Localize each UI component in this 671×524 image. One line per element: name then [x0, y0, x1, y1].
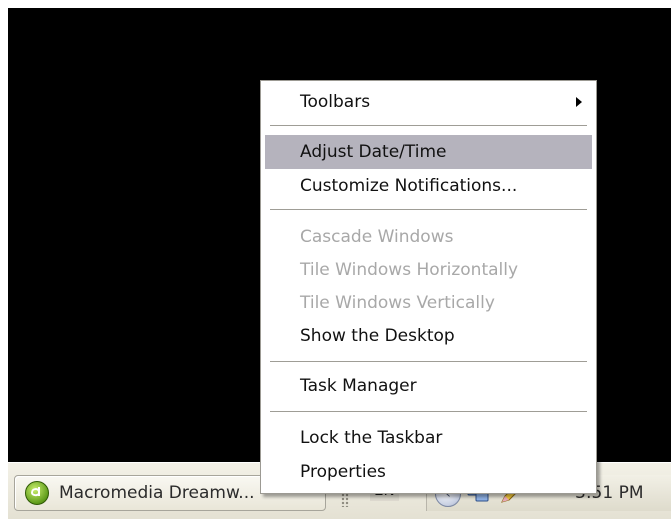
menu-item-lock-taskbar[interactable]: Lock the Taskbar — [265, 421, 592, 455]
submenu-arrow-icon — [576, 97, 582, 107]
menu-separator — [270, 361, 587, 362]
menu-item-label: Lock the Taskbar — [300, 428, 443, 448]
menu-item-customize-notifications[interactable]: Customize Notifications... — [265, 169, 592, 203]
menu-item-label: Customize Notifications... — [300, 176, 518, 196]
menu-item-label: Tile Windows Horizontally — [300, 260, 519, 280]
menu-item-tile-vertically: Tile Windows Vertically — [265, 286, 592, 320]
menu-item-properties[interactable]: Properties — [265, 455, 592, 489]
menu-item-label: Tile Windows Vertically — [300, 293, 495, 313]
menu-item-label: Show the Desktop — [300, 326, 455, 346]
dreamweaver-icon — [25, 481, 49, 505]
taskbar-context-menu: Toolbars Adjust Date/Time Customize Noti… — [260, 80, 597, 494]
menu-item-toolbars[interactable]: Toolbars — [265, 85, 592, 119]
menu-item-label: Task Manager — [300, 376, 417, 396]
menu-item-label: Adjust Date/Time — [300, 142, 447, 162]
taskbar-button-label: Macromedia Dreamw... — [59, 483, 255, 503]
menu-item-tile-horizontally: Tile Windows Horizontally — [265, 253, 592, 287]
menu-separator — [270, 209, 587, 210]
menu-item-cascade-windows: Cascade Windows — [265, 220, 592, 254]
menu-item-label: Toolbars — [300, 92, 371, 112]
menu-separator — [270, 125, 587, 126]
menu-item-label: Cascade Windows — [300, 227, 454, 247]
screen: Macromedia Dreamw... EN ‹ 3:51 PM Toolba… — [0, 0, 671, 524]
menu-item-show-desktop[interactable]: Show the Desktop — [265, 319, 592, 353]
menu-item-label: Properties — [300, 462, 386, 482]
menu-separator — [270, 411, 587, 412]
menu-item-task-manager[interactable]: Task Manager — [265, 369, 592, 403]
menu-item-adjust-date-time[interactable]: Adjust Date/Time — [265, 135, 592, 169]
